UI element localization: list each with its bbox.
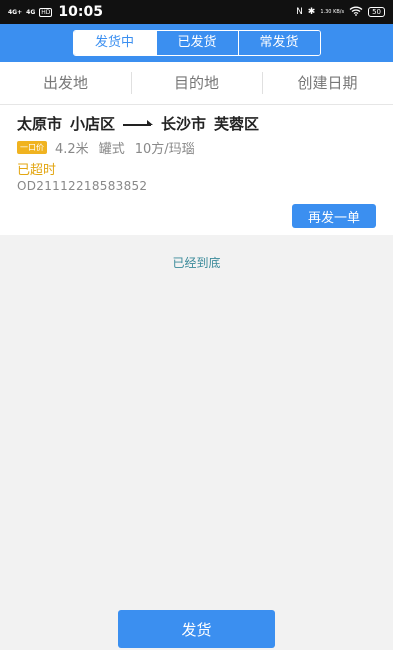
arrow-right-icon [123,119,154,129]
tab-shipping[interactable]: 发货中 [73,31,156,55]
signal-icon-2: 4G [26,8,36,16]
truck-type: 罐式 [98,142,125,157]
signal-icon: 4G+ [8,8,23,16]
order-card[interactable]: 太原市 小店区 长沙市 芙蓉区 一口价 4.2米 罐式 10方/玛瑙 已超时 O… [0,105,393,235]
filter-bar: 出发地 目的地 创建日期 [0,62,393,105]
cargo-specs: 一口价 4.2米 罐式 10方/玛瑙 [17,138,205,157]
filter-origin[interactable]: 出发地 [0,62,131,104]
app-header: 发货中 已发货 常发货 [0,24,393,62]
ship-button[interactable]: 发货 [118,610,275,648]
route: 太原市 小店区 长沙市 芙蓉区 [17,113,259,134]
filter-destination[interactable]: 目的地 [131,62,262,104]
order-number: OD21112218583852 [17,179,148,193]
dest-district: 芙蓉区 [214,115,260,133]
hd-icon: HD [39,7,53,17]
status-right: N ✱ 1.30 KB/s 50 [296,6,385,19]
origin-city: 太原市 [17,115,63,133]
battery-icon: 50 [368,7,385,17]
bluetooth-icon: ✱ [307,7,316,17]
status-tabs: 发货中 已发货 常发货 [72,30,321,56]
list-end-text: 已经到底 [172,256,221,270]
filter-created-date[interactable]: 创建日期 [262,62,393,104]
resend-button[interactable]: 再发一单 [292,204,376,228]
status-left: 4G+ 4G HD 10:05 [8,4,103,20]
truck-length: 4.2米 [55,142,89,157]
nfc-icon: N [296,7,303,17]
status-badge: 已超时 [17,163,57,178]
dest-city: 长沙市 [161,115,207,133]
network-speed: 1.30 KB/s [320,9,345,15]
tab-frequent[interactable]: 常发货 [237,31,320,55]
tab-shipped[interactable]: 已发货 [155,31,238,55]
price-badge: 一口价 [17,141,47,154]
status-bar: 4G+ 4G HD 10:05 N ✱ 1.30 KB/s 50 [0,0,393,24]
origin-district: 小店区 [70,115,116,133]
clock: 10:05 [58,4,103,20]
cargo-volume: 10方/玛瑙 [134,142,195,157]
wifi-icon [349,6,363,19]
